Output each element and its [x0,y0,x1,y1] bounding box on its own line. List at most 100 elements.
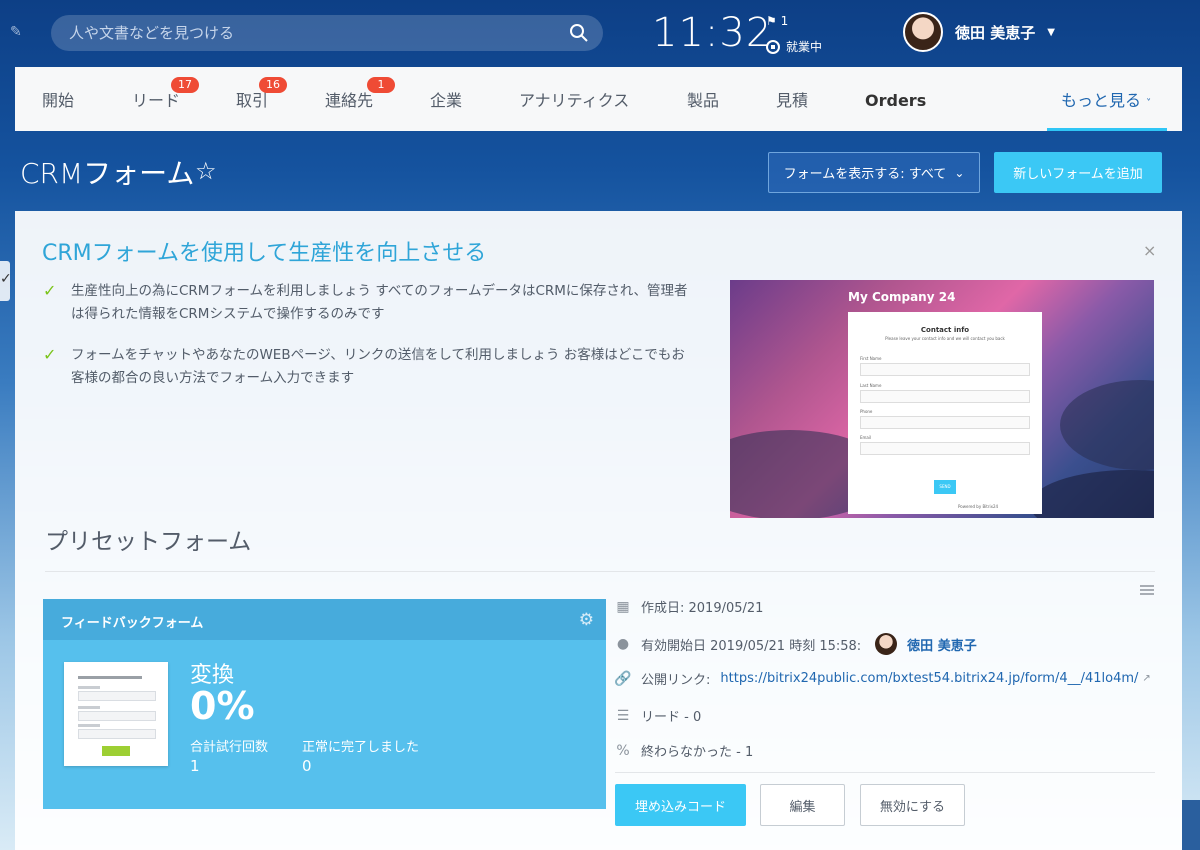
chevron-down-icon: ⌄ [954,165,965,180]
info-leads: ☰ リード - 0 [615,706,702,726]
work-status-label: 就業中 [786,40,823,54]
clock[interactable]: 11:32 [652,10,772,56]
flag-icon: ⚑ [766,14,777,28]
check-icon: ✓ [43,281,57,300]
form-card-title[interactable]: フィードバックフォーム [61,612,203,631]
page-title: CRMフォーム [20,157,195,190]
main-panel: CRMフォームを使用して生産性を向上させる × ✓ 生産性向上の為にCRMフォー… [15,211,1182,850]
user-menu[interactable]: 徳田 美恵子 ▼ [903,12,1055,52]
form-card-header: フィードバックフォーム ⚙ [43,599,606,640]
form-thumbnail [64,662,168,766]
nav-item-companies[interactable]: 企業 [430,67,462,131]
top-bar: ✎ 11:32 ⚑ 1 就業中 徳田 美恵子 ▼ [0,0,1200,67]
scrollbar[interactable] [1182,800,1200,850]
nav-badge-deals: 16 [259,77,287,93]
section-title: プリセットフォーム [45,529,252,555]
main-nav: 開始 リード 17 取引 16 連絡先 1 企業 アナリティクス 製品 見積 O… [15,67,1182,131]
nav-item-products[interactable]: 製品 [687,67,719,131]
edit-button[interactable]: 編集 [760,784,845,826]
divider [45,571,1155,572]
check-icon: ✓ [0,271,12,287]
avatar[interactable] [903,12,943,52]
author-avatar[interactable] [875,633,898,655]
menu-icon[interactable] [1140,585,1154,595]
filter-label: フォームを表示する: すべて [783,167,947,182]
chevron-down-icon: ˅ [1146,98,1152,109]
total-attempts-value: 1 [190,757,200,775]
preview-field-label: First Name [860,356,882,361]
preview-field [860,442,1030,455]
info-active: ● 有効開始日 2019/05/21 時刻 15:58: 徳田 美恵子 [615,633,977,655]
nav-item-leads[interactable]: リード [132,67,180,131]
nav-item-more[interactable]: もっと見る ˅ [1046,67,1168,131]
promo-bullet-text: 生産性向上の為にCRMフォームを利用しましょう すべてのフォームデータはCRMに… [71,283,688,322]
preview-card-subtitle: Please leave your contact info and we wi… [885,336,1005,341]
link-icon: 🔗 [614,670,632,687]
public-link[interactable]: https://bitrix24public.com/bxtest54.bitr… [720,671,1138,686]
calendar-icon: ▦ [616,598,630,615]
record-icon [766,39,780,54]
author-name[interactable]: 徳田 美恵子 [907,635,977,654]
layers-icon: ☰ [616,707,630,724]
preview-field [860,390,1030,403]
preview-submit-label: SEND [939,484,951,489]
divider [615,772,1155,773]
left-edge-tab[interactable]: ✓ [0,261,12,301]
close-icon[interactable]: × [1143,241,1156,260]
form-card[interactable]: フィードバックフォーム ⚙ 変換 0% 合計試行回数 1 正常に完了しました 0 [43,599,606,809]
check-icon: ✓ [43,345,57,364]
search-icon[interactable] [569,23,589,43]
form-preview-image: My Company 24 Contact info Please leave … [730,280,1154,518]
external-link-icon[interactable]: ↗ [1142,673,1150,684]
leads-count: リード - 0 [641,710,702,725]
filter-dropdown[interactable]: フォームを表示する: すべて ⌄ [768,152,980,193]
nav-item-start[interactable]: 開始 [42,67,74,131]
search-box[interactable] [51,15,603,51]
flag-count: 1 [780,14,789,28]
preview-submit: SEND [934,480,956,494]
public-link-label: 公開リンク: [641,673,711,688]
info-created: ▦ 作成日: 2019/05/21 [615,597,764,617]
created-text: 作成日: 2019/05/21 [641,601,764,616]
total-attempts-label: 合計試行回数 [190,740,269,755]
nav-more-label: もっと見る [1061,91,1142,110]
unfinished-count: 終わらなかった - 1 [641,745,754,760]
success-value: 0 [302,757,312,775]
work-status[interactable]: 就業中 [766,38,822,55]
flag-counter[interactable]: ⚑ 1 [766,14,788,28]
search-input[interactable] [69,15,559,51]
nav-item-contacts[interactable]: 連絡先 [325,67,373,131]
preview-card-title: Contact info [920,326,970,334]
nav-item-analytics[interactable]: アナリティクス [519,67,629,131]
promo-bullet: ✓ フォームをチャットやあなたのWEBページ、リンクの送信をして利用しましょう … [43,344,693,390]
nav-item-orders[interactable]: Orders [865,67,926,131]
nav-item-quotes[interactable]: 見積 [776,67,808,131]
nav-badge-leads: 17 [171,77,199,93]
user-name[interactable]: 徳田 美恵子 [955,22,1035,43]
preview-footer: Powered by Bitrix24 [958,504,999,509]
star-icon[interactable]: ☆ [195,157,217,185]
conversion-value: 0% [190,684,255,728]
gear-icon[interactable]: ⚙ [579,610,594,630]
promo-title: CRMフォームを使用して生産性を向上させる [42,241,487,266]
success-label: 正常に完了しました [302,740,420,755]
preview-field-label: Phone [860,409,873,414]
chevron-down-icon[interactable]: ▼ [1047,27,1055,38]
preview-field-label: Email [860,435,872,440]
add-form-button[interactable]: 新しいフォームを追加 [994,152,1162,193]
promo-bullet: ✓ 生産性向上の為にCRMフォームを利用しましょう すべてのフォームデータはCR… [43,280,693,326]
info-unfinished: % 終わらなかった - 1 [615,741,754,761]
info-public-link: 🔗 公開リンク: https://bitrix24public.com/bxte… [614,669,1151,689]
preview-field [860,363,1030,376]
preview-field-label: Last Name [860,383,882,388]
promo-bullet-text: フォームをチャットやあなたのWEBページ、リンクの送信をして利用しましょう お客… [71,347,685,386]
active-since-text: 有効開始日 2019/05/21 時刻 15:58: [641,638,862,654]
pencil-icon[interactable]: ✎ [10,24,26,40]
embed-code-button[interactable]: 埋め込みコード [615,784,746,826]
disable-button[interactable]: 無効にする [860,784,965,826]
percent-icon: % [616,742,630,759]
user-icon: ● [616,636,630,652]
nav-badge-contacts: 1 [367,77,395,93]
preview-card: Contact info Please leave your contact i… [848,312,1042,514]
preview-field [860,416,1030,429]
